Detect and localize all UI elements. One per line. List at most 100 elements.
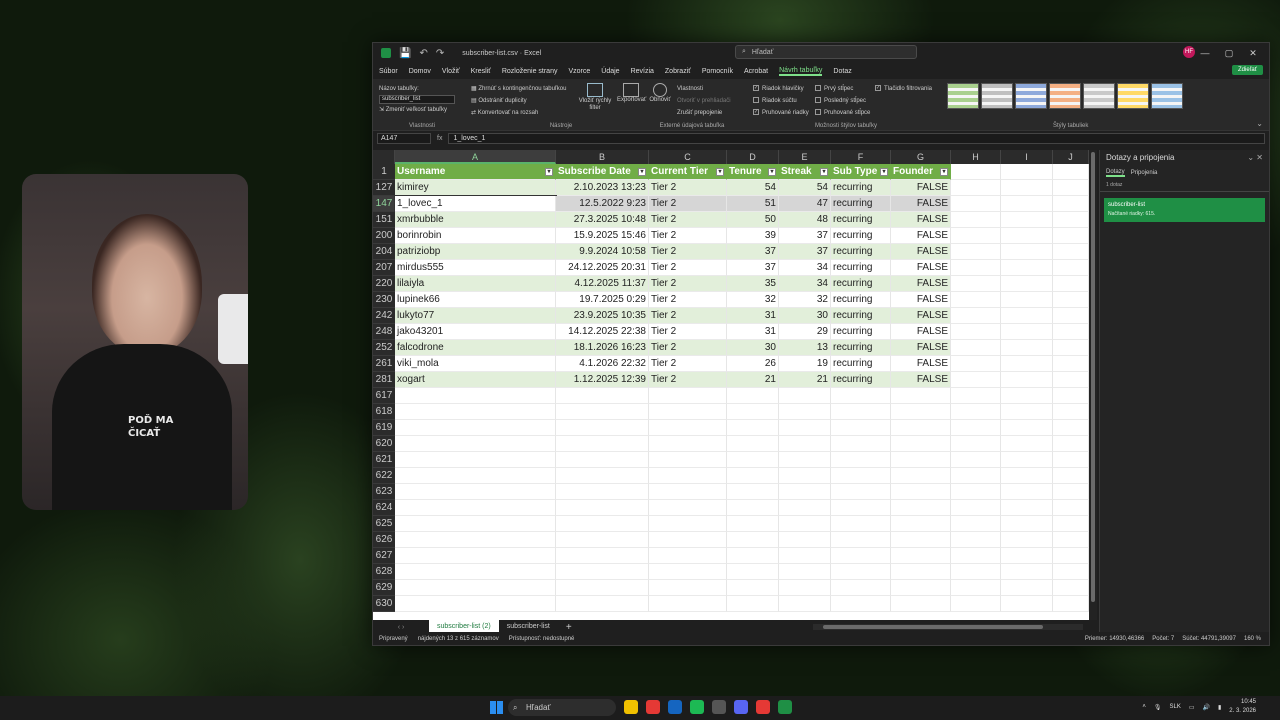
row-header[interactable]: 230 xyxy=(373,292,395,308)
taskbar-search[interactable]: ⌕ Hľadať xyxy=(508,699,616,716)
empty-cell[interactable] xyxy=(951,324,1001,340)
empty-cell[interactable] xyxy=(649,564,727,580)
empty-cell[interactable] xyxy=(1001,436,1053,452)
empty-cell[interactable] xyxy=(951,164,1001,180)
last-column-checkbox[interactable]: Posledný stĺpec xyxy=(815,95,875,107)
status-accessibility[interactable]: Prístupnosť: nedostupné xyxy=(509,636,575,642)
empty-cell[interactable] xyxy=(649,484,727,500)
empty-row[interactable]: 621 xyxy=(373,452,1089,468)
unlink-button[interactable]: Zrušiť prepojenie xyxy=(677,107,757,119)
cell-sub-type[interactable]: recurring xyxy=(831,244,891,260)
row-header[interactable]: 281 xyxy=(373,372,395,388)
row-header[interactable]: 619 xyxy=(373,420,395,436)
empty-cell[interactable] xyxy=(1001,468,1053,484)
empty-cell[interactable] xyxy=(727,596,779,612)
cell-username[interactable]: jako43201 xyxy=(395,324,556,340)
empty-cell[interactable] xyxy=(395,516,556,532)
refresh-button[interactable]: Obnoviť xyxy=(647,83,673,103)
chevron-down-icon[interactable]: ⌄ xyxy=(1256,119,1263,128)
empty-cell[interactable] xyxy=(1001,324,1053,340)
empty-row[interactable]: 630 xyxy=(373,596,1089,612)
empty-cell[interactable] xyxy=(649,548,727,564)
cell-founder[interactable]: FALSE xyxy=(891,324,951,340)
empty-cell[interactable] xyxy=(727,500,779,516)
cell-streak[interactable]: 48 xyxy=(779,212,831,228)
volume-icon[interactable]: 🔊 xyxy=(1203,704,1210,711)
empty-cell[interactable] xyxy=(1001,420,1053,436)
column-header[interactable]: J xyxy=(1053,150,1089,164)
horizontal-scrollbar[interactable] xyxy=(813,624,1083,630)
column-header[interactable]: D xyxy=(727,150,779,164)
query-item[interactable]: subscriber-list Načítané riadky: 615. xyxy=(1104,198,1265,222)
export-button[interactable]: Exportovať xyxy=(617,83,646,103)
empty-cell[interactable] xyxy=(891,436,951,452)
filter-dropdown-icon[interactable]: ▾ xyxy=(545,168,553,176)
empty-cell[interactable] xyxy=(1001,196,1053,212)
cell-username[interactable]: xogart xyxy=(395,372,556,388)
empty-row[interactable]: 620 xyxy=(373,436,1089,452)
cell-username[interactable]: kimirey xyxy=(395,180,556,196)
empty-cell[interactable] xyxy=(1053,484,1089,500)
cell-streak[interactable]: 29 xyxy=(779,324,831,340)
empty-cell[interactable] xyxy=(1001,308,1053,324)
empty-cell[interactable] xyxy=(891,420,951,436)
cell-sub-type[interactable]: recurring xyxy=(831,276,891,292)
menu-draw[interactable]: Kresliť xyxy=(471,68,491,75)
empty-cell[interactable] xyxy=(556,516,649,532)
cell-username[interactable]: viki_mola xyxy=(395,356,556,372)
header-row-checkbox[interactable]: ✓ Riadok hlavičky xyxy=(753,83,817,95)
empty-cell[interactable] xyxy=(649,580,727,596)
add-sheet-button[interactable]: + xyxy=(566,622,572,633)
empty-cell[interactable] xyxy=(831,548,891,564)
empty-cell[interactable] xyxy=(831,484,891,500)
empty-cell[interactable] xyxy=(556,404,649,420)
sheet-nav-arrows[interactable]: ‹ › xyxy=(373,624,429,631)
cell-sub-type[interactable]: recurring xyxy=(831,324,891,340)
row-header[interactable]: 242 xyxy=(373,308,395,324)
row-header[interactable]: 622 xyxy=(373,468,395,484)
empty-row[interactable]: 625 xyxy=(373,516,1089,532)
row-header[interactable]: 624 xyxy=(373,500,395,516)
empty-cell[interactable] xyxy=(951,372,1001,388)
cell-founder[interactable]: FALSE xyxy=(891,340,951,356)
empty-cell[interactable] xyxy=(1001,372,1053,388)
empty-cell[interactable] xyxy=(1053,436,1089,452)
cell-subscribe-date[interactable]: 24.12.2025 20:31 xyxy=(556,260,649,276)
row-header[interactable]: 625 xyxy=(373,516,395,532)
minimize-button[interactable]: — xyxy=(1193,43,1217,63)
undo-icon[interactable]: ↶ xyxy=(419,48,427,59)
empty-cell[interactable] xyxy=(556,596,649,612)
filter-button-checkbox[interactable]: ✓ Tlačidlo filtrovania xyxy=(875,83,939,95)
row-header[interactable]: 220 xyxy=(373,276,395,292)
row-header[interactable]: 147 xyxy=(373,196,395,212)
empty-cell[interactable] xyxy=(1053,228,1089,244)
tab-queries[interactable]: Dotazy xyxy=(1106,169,1125,177)
cell-sub-type[interactable]: recurring xyxy=(831,372,891,388)
empty-cell[interactable] xyxy=(831,580,891,596)
open-browser-button[interactable]: Otvoriť v prehliadači xyxy=(677,95,757,107)
table-row[interactable]: 127 kimirey 2.10.2023 13:23 Tier 2 54 54 recur… xyxy=(373,180,1089,196)
menu-formulas[interactable]: Vzorce xyxy=(568,68,590,75)
empty-cell[interactable] xyxy=(831,452,891,468)
empty-cell[interactable] xyxy=(556,532,649,548)
empty-cell[interactable] xyxy=(891,516,951,532)
empty-cell[interactable] xyxy=(395,436,556,452)
cell-founder[interactable]: FALSE xyxy=(891,276,951,292)
table-style-swatch[interactable] xyxy=(1049,83,1081,109)
empty-cell[interactable] xyxy=(1001,516,1053,532)
cell-tenure[interactable]: 50 xyxy=(727,212,779,228)
empty-row[interactable]: 629 xyxy=(373,580,1089,596)
empty-cell[interactable] xyxy=(556,500,649,516)
vertical-scrollbar[interactable] xyxy=(1089,150,1097,620)
cell-tenure[interactable]: 35 xyxy=(727,276,779,292)
cell-streak[interactable]: 47 xyxy=(779,196,831,212)
cell-founder[interactable]: FALSE xyxy=(891,228,951,244)
network-icon[interactable]: ▭ xyxy=(1189,704,1195,711)
spotify-icon[interactable] xyxy=(690,700,704,714)
banded-rows-checkbox[interactable]: ✓ Pruhované riadky xyxy=(753,107,817,119)
empty-cell[interactable] xyxy=(1053,164,1089,180)
empty-cell[interactable] xyxy=(1053,372,1089,388)
header-founder[interactable]: Founder ▾ xyxy=(891,164,951,180)
column-header[interactable]: F xyxy=(831,150,891,164)
empty-cell[interactable] xyxy=(395,484,556,500)
